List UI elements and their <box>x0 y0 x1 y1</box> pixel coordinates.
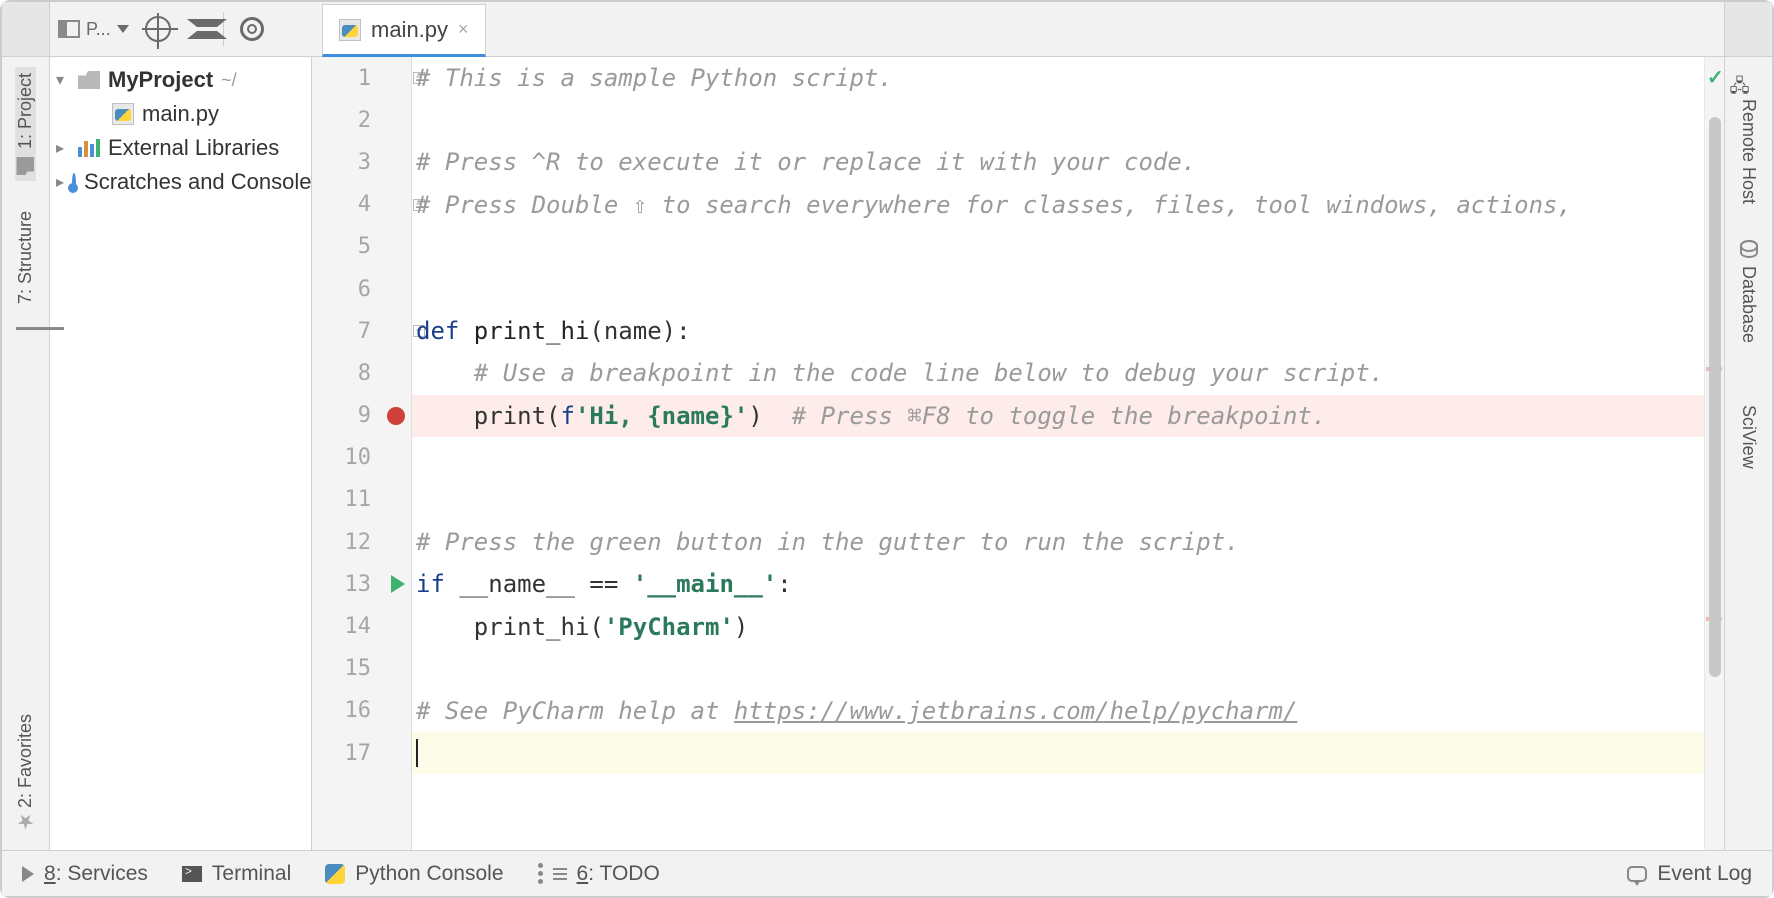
left-toolwindow-stripe: 1: Project 7: Structure ★ 2: Favorites <box>2 57 50 850</box>
terminal-icon <box>182 866 202 882</box>
tree-node-label: Scratches and Consoles <box>84 169 312 195</box>
project-view-icon <box>58 20 80 38</box>
sciview-icon <box>1740 379 1758 397</box>
services-icon <box>22 866 34 882</box>
tree-node-scratches[interactable]: ▸ Scratches and Consoles <box>50 165 311 199</box>
libraries-icon <box>78 139 100 157</box>
gear-icon <box>240 17 264 41</box>
tree-node-label: MyProject <box>108 67 213 93</box>
run-gutter-icon[interactable] <box>391 575 405 593</box>
toolwindow-tab-favorites[interactable]: ★ 2: Favorites <box>15 708 36 840</box>
toolwindow-tab-label: 1: Project <box>15 73 36 149</box>
toolwindow-tab-sciview[interactable]: SciView <box>1738 373 1759 475</box>
mnemonic: 6 <box>577 862 589 885</box>
toolwindow-tab-services[interactable]: 8: Services <box>22 862 148 886</box>
breakpoint-icon[interactable] <box>387 407 405 425</box>
folder-icon <box>17 157 35 175</box>
toolwindow-tab-project[interactable]: 1: Project <box>15 67 36 181</box>
mnemonic: 8 <box>44 862 56 885</box>
close-tab-icon[interactable]: × <box>458 19 469 40</box>
collapse-all-button[interactable] <box>187 19 207 39</box>
bottom-toolwindow-bar: 8: Services Terminal Python Console 6: T… <box>2 850 1772 896</box>
remote-host-icon: 🖧 <box>1740 73 1758 91</box>
toolwindow-tab-label: Python Console <box>355 862 503 886</box>
project-view-label: P... <box>86 19 111 40</box>
python-console-icon <box>325 864 345 884</box>
select-opened-file-button[interactable] <box>145 16 171 42</box>
expand-arrow-icon[interactable]: ▸ <box>56 172 64 192</box>
toolwindow-tab-label: Terminal <box>212 862 291 886</box>
todo-icon <box>538 863 543 884</box>
tree-node-main-py[interactable]: main.py <box>50 97 311 131</box>
toolwindow-tab-terminal[interactable]: Terminal <box>182 862 291 886</box>
toolwindow-tab-python-console[interactable]: Python Console <box>325 862 503 886</box>
event-log-icon <box>1627 866 1647 882</box>
right-toolwindow-stripe-top <box>1724 2 1772 57</box>
toolbar-divider <box>223 12 224 46</box>
toolwindow-tab-remote-host[interactable]: 🖧 Remote Host <box>1738 67 1759 210</box>
structure-icon <box>17 312 35 330</box>
toolwindow-tab-label: : Services <box>56 862 148 885</box>
toolwindow-tab-database[interactable]: Database <box>1738 234 1759 349</box>
star-icon: ★ <box>17 816 35 834</box>
tree-node-external-libraries[interactable]: ▸ External Libraries <box>50 131 311 165</box>
project-view-selector[interactable]: P... <box>58 19 129 40</box>
tree-node-path: ~/ <box>221 70 237 91</box>
tree-node-label: main.py <box>142 101 219 127</box>
project-tree-pane: ▾ MyProject ~/ main.py ▸ External Librar… <box>50 57 312 850</box>
editor-area: 1− 2 3 4− 5 6 7− 8 9 10 11 12 13 14 15 1… <box>312 57 1724 850</box>
database-icon <box>1740 240 1758 258</box>
toolwindow-tab-label: SciView <box>1738 405 1759 469</box>
python-file-icon <box>112 103 134 125</box>
toolwindow-tab-label: Remote Host <box>1738 99 1759 204</box>
collapse-all-icon <box>187 19 207 39</box>
text-caret <box>416 739 418 767</box>
editor-gutter[interactable]: 1− 2 3 4− 5 6 7− 8 9 10 11 12 13 14 15 1… <box>312 57 412 850</box>
scratches-icon <box>72 173 76 191</box>
tree-node-label: External Libraries <box>108 135 279 161</box>
editor-tab-main-py[interactable]: main.py × <box>322 4 486 57</box>
toolwindow-tab-label: 7: Structure <box>15 211 36 304</box>
project-settings-button[interactable] <box>240 17 264 41</box>
project-toolwindow-stripe-top <box>2 2 50 57</box>
scrollbar-thumb[interactable] <box>1709 117 1721 677</box>
project-pane-toolbar: P... <box>50 2 1724 57</box>
code-editor[interactable]: # This is a sample Python script. # Pres… <box>412 57 1704 850</box>
toolwindow-tab-event-log[interactable]: Event Log <box>1627 862 1752 886</box>
toolwindow-tab-label: Event Log <box>1657 862 1752 886</box>
expand-arrow-icon[interactable]: ▸ <box>56 138 70 158</box>
folder-icon <box>78 71 100 89</box>
toolwindow-tab-label: : TODO <box>588 862 660 885</box>
toolwindow-tab-label: 2: Favorites <box>15 714 36 808</box>
locate-icon <box>145 16 171 42</box>
editor-tab-label: main.py <box>371 17 448 43</box>
dropdown-icon <box>117 25 129 33</box>
expand-arrow-icon[interactable]: ▾ <box>56 70 70 90</box>
python-file-icon <box>339 19 361 41</box>
toolwindow-tab-todo[interactable]: 6: TODO <box>538 862 660 886</box>
right-toolwindow-stripe: 🖧 Remote Host Database SciView <box>1724 57 1772 850</box>
editor-inspection-stripe[interactable]: ✓ <box>1704 57 1724 850</box>
toolwindow-tab-label: Database <box>1738 266 1759 343</box>
toolwindow-tab-structure[interactable]: 7: Structure <box>15 205 36 336</box>
tree-node-project-root[interactable]: ▾ MyProject ~/ <box>50 63 311 97</box>
inspection-ok-icon: ✓ <box>1707 65 1724 90</box>
